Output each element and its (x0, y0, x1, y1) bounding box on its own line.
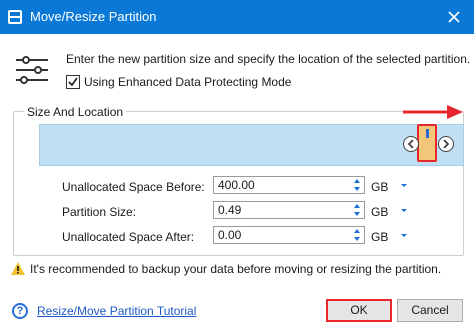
move-left-button[interactable] (403, 136, 419, 152)
sliders-icon (14, 54, 50, 88)
slider-highlight (417, 124, 437, 162)
chevron-down-icon (401, 184, 407, 187)
space-after-unit: GB (371, 230, 389, 244)
help-icon[interactable]: ? (12, 303, 28, 319)
group-legend: Size And Location (24, 105, 127, 119)
space-after-spinner[interactable] (352, 228, 362, 242)
chevron-down-icon (401, 234, 407, 237)
intro-text: Enter the new partition size and specify… (66, 52, 471, 66)
enhanced-protection-checkbox[interactable] (66, 75, 80, 89)
space-after-value: 0.00 (218, 228, 242, 242)
partition-size-value: 0.49 (218, 203, 242, 217)
close-button[interactable] (434, 0, 474, 34)
chevron-left-icon (407, 140, 414, 148)
space-after-unit-dropdown[interactable] (399, 230, 409, 240)
space-before-unit: GB (371, 180, 389, 194)
partition-size-unit-dropdown[interactable] (399, 205, 409, 215)
app-icon (8, 10, 22, 24)
space-after-input[interactable]: 0.00 (213, 226, 365, 244)
ok-button[interactable]: OK (326, 299, 392, 322)
space-before-input[interactable]: 400.00 (213, 176, 365, 194)
cancel-button[interactable]: Cancel (397, 299, 463, 322)
chevron-down-icon (401, 209, 407, 212)
space-before-unit-dropdown[interactable] (399, 180, 409, 190)
space-before-label: Unallocated Space Before: (62, 180, 205, 194)
close-icon (448, 11, 460, 23)
warning-text: It's recommended to backup your data bef… (30, 262, 442, 276)
enhanced-protection-label[interactable]: Using Enhanced Data Protecting Mode (84, 75, 291, 89)
checkmark-icon (68, 77, 78, 87)
partition-bar[interactable] (39, 124, 464, 166)
space-before-spinner[interactable] (352, 178, 362, 192)
partition-size-label: Partition Size: (62, 205, 137, 219)
partition-size-unit: GB (371, 205, 389, 219)
space-after-label: Unallocated Space After: (62, 230, 195, 244)
title-bar: Move/Resize Partition (0, 0, 474, 34)
chevron-right-icon (443, 140, 450, 148)
partition-size-input[interactable]: 0.49 (213, 201, 365, 219)
partition-size-spinner[interactable] (352, 203, 362, 217)
tutorial-link[interactable]: Resize/Move Partition Tutorial (37, 304, 196, 318)
space-before-value: 400.00 (218, 178, 255, 192)
window-title: Move/Resize Partition (30, 9, 157, 24)
move-right-button[interactable] (438, 136, 454, 152)
annotation-arrow-icon (403, 105, 463, 119)
warning-icon (11, 262, 25, 275)
